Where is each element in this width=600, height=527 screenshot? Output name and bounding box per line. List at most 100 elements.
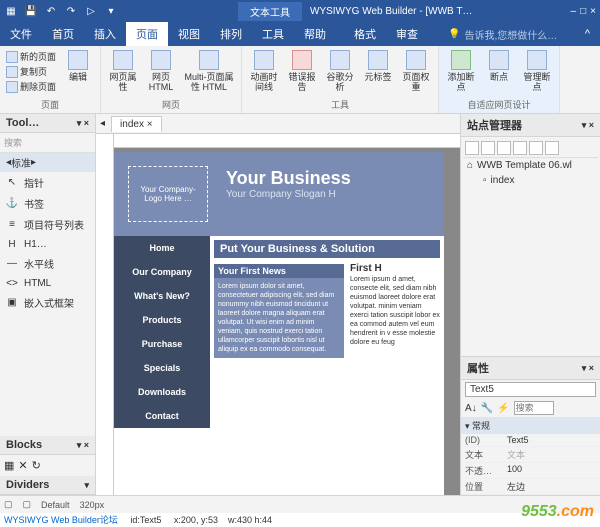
nav-item[interactable]: Specials	[114, 356, 210, 380]
first-title[interactable]: First H	[350, 264, 440, 273]
forum-link[interactable]: WYSIWYG Web Builder论坛	[4, 515, 118, 525]
nav-item[interactable]: Contact	[114, 404, 210, 428]
collapse-icon[interactable]: ▾ ×	[77, 118, 89, 129]
layout-mode[interactable]: Default	[41, 500, 70, 510]
multipage-button[interactable]: Multi-页面属性 HTML	[181, 48, 237, 94]
news-column[interactable]: Your First News Lorem ipsum dolor sit am…	[214, 264, 344, 358]
weight-button[interactable]: 页面权重	[398, 48, 434, 94]
toolbox-search[interactable]: 搜索	[0, 133, 95, 153]
tab-page[interactable]: 页面	[126, 22, 168, 46]
qat-more-icon[interactable]: ▾	[104, 4, 118, 18]
page-nav[interactable]: Home Our Company What's New? Products Pu…	[114, 236, 210, 428]
tab-help[interactable]: 帮助	[294, 22, 336, 46]
document-tab[interactable]: index ×	[111, 116, 162, 132]
headline[interactable]: Put Your Business & Solution	[214, 240, 440, 258]
preview-icon[interactable]: ▷	[84, 4, 98, 18]
properties-search[interactable]	[514, 401, 554, 415]
news-title[interactable]: Your First News	[214, 264, 344, 278]
site-btn[interactable]	[497, 141, 511, 155]
slogan[interactable]: Your Company Slogan H	[226, 189, 440, 200]
collapse-icon[interactable]: ▾ ×	[582, 120, 594, 131]
manage-breakpoints-button[interactable]: 管理断点	[519, 48, 555, 94]
toolbox-category[interactable]: ◂ 标准 ▸	[0, 153, 95, 172]
properties-header[interactable]: 属性▾ ×	[461, 357, 600, 380]
nav-item[interactable]: What's New?	[114, 284, 210, 308]
delete-page-button[interactable]: 删除页面	[6, 80, 56, 93]
site-btn[interactable]	[481, 141, 495, 155]
undo-icon[interactable]: ↶	[44, 4, 58, 18]
props-category[interactable]: ▾ 常规	[461, 417, 600, 434]
page-preview[interactable]: Your Company-Logo Here … Your Business Y…	[114, 152, 444, 495]
tab-insert[interactable]: 插入	[84, 22, 126, 46]
breakpoint-button[interactable]: 断点	[481, 48, 517, 84]
add-breakpoint-button[interactable]: 添加断点	[443, 48, 479, 94]
redo-icon[interactable]: ↷	[64, 4, 78, 18]
business-title[interactable]: Your Business	[226, 168, 440, 189]
tree-root[interactable]: ⌂WWB Template 06.wl	[463, 158, 598, 173]
tell-me[interactable]: 💡告诉我,您想做什么…	[448, 22, 557, 46]
tab-format[interactable]: 格式	[344, 22, 386, 46]
wrench-icon[interactable]: 🔧	[481, 403, 493, 414]
close-tab-icon[interactable]: ×	[147, 119, 153, 130]
page-header[interactable]: Your Company-Logo Here … Your Business Y…	[114, 152, 444, 236]
blocks-header[interactable]: Blocks▾ ×	[0, 436, 95, 455]
object-selector[interactable]: Text5	[465, 382, 596, 397]
nav-item[interactable]: Home	[114, 236, 210, 260]
status-icon[interactable]: ▢	[4, 499, 13, 510]
prop-row[interactable]: 不透…100	[461, 463, 600, 479]
tab-review[interactable]: 审查	[386, 22, 428, 46]
tab-view[interactable]: 视图	[168, 22, 210, 46]
ribbon-collapse-icon[interactable]: ^	[575, 22, 600, 46]
tab-arrange[interactable]: 排列	[210, 22, 252, 46]
first-body[interactable]: Lorem ipsum d amet, consecte elit, sed d…	[350, 275, 440, 347]
canvas[interactable]: Your Company-Logo Here … Your Business Y…	[96, 134, 460, 495]
blocks-btn[interactable]: ✕	[18, 459, 27, 472]
tool-hr[interactable]: —水平线	[0, 253, 95, 274]
blocks-btn[interactable]: ↻	[32, 459, 41, 472]
tab-prev-icon[interactable]: ◂	[100, 118, 105, 129]
nav-item[interactable]: Products	[114, 308, 210, 332]
dividers-header[interactable]: Dividers▾	[0, 476, 95, 495]
tab-file[interactable]: 文件	[0, 22, 42, 46]
minimize-button[interactable]: –	[571, 6, 577, 17]
page-html-button[interactable]: 网页 HTML	[143, 48, 179, 94]
logo-placeholder[interactable]: Your Company-Logo Here …	[128, 166, 208, 222]
analytics-button[interactable]: 谷歌分析	[322, 48, 358, 94]
nav-item[interactable]: Downloads	[114, 380, 210, 404]
prop-row[interactable]: 文本文本	[461, 447, 600, 463]
tool-iframe[interactable]: ▣嵌入式框架	[0, 292, 95, 313]
status-icon[interactable]: ▢	[23, 499, 32, 510]
tab-home[interactable]: 首页	[42, 22, 84, 46]
error-report-button[interactable]: 错误报告	[284, 48, 320, 94]
collapse-icon[interactable]: ▾ ×	[77, 440, 89, 451]
nav-item[interactable]: Our Company	[114, 260, 210, 284]
nav-item[interactable]: Purchase	[114, 332, 210, 356]
maximize-button[interactable]: □	[580, 6, 586, 17]
edit-page-button[interactable]: 编辑	[60, 48, 96, 84]
blocks-btn[interactable]: ▦	[4, 459, 14, 472]
tab-tools[interactable]: 工具	[252, 22, 294, 46]
site-btn[interactable]	[465, 141, 479, 155]
toolbox-header[interactable]: Tool…▾ ×	[0, 114, 95, 133]
sort-icon[interactable]: A↓	[465, 403, 477, 414]
first-column[interactable]: First H Lorem ipsum d amet, consecte eli…	[350, 264, 440, 358]
site-btn[interactable]	[529, 141, 543, 155]
tree-child[interactable]: ▫index	[463, 173, 598, 188]
prop-row[interactable]: (ID)Text5	[461, 434, 600, 447]
tool-heading[interactable]: HH1…	[0, 235, 95, 253]
new-page-button[interactable]: 新的页面	[6, 50, 56, 63]
collapse-icon[interactable]: ▾	[84, 480, 89, 491]
site-manager-header[interactable]: 站点管理器▾ ×	[461, 114, 600, 137]
copy-page-button[interactable]: 复制页	[6, 65, 56, 78]
tool-bookmark[interactable]: ⚓书签	[0, 193, 95, 214]
site-btn[interactable]	[513, 141, 527, 155]
timeline-button[interactable]: 动画时间线	[246, 48, 282, 94]
tool-pointer[interactable]: ↖指针	[0, 172, 95, 193]
prop-row[interactable]: 位置左边	[461, 479, 600, 495]
site-btn[interactable]	[545, 141, 559, 155]
save-icon[interactable]: 💾	[24, 4, 38, 18]
flash-icon[interactable]: ⚡	[497, 403, 509, 414]
news-body[interactable]: Lorem ipsum dolor sit amet, consectetuer…	[214, 278, 344, 358]
collapse-icon[interactable]: ▾ ×	[582, 363, 594, 374]
tool-bullets[interactable]: ≡项目符号列表	[0, 214, 95, 235]
